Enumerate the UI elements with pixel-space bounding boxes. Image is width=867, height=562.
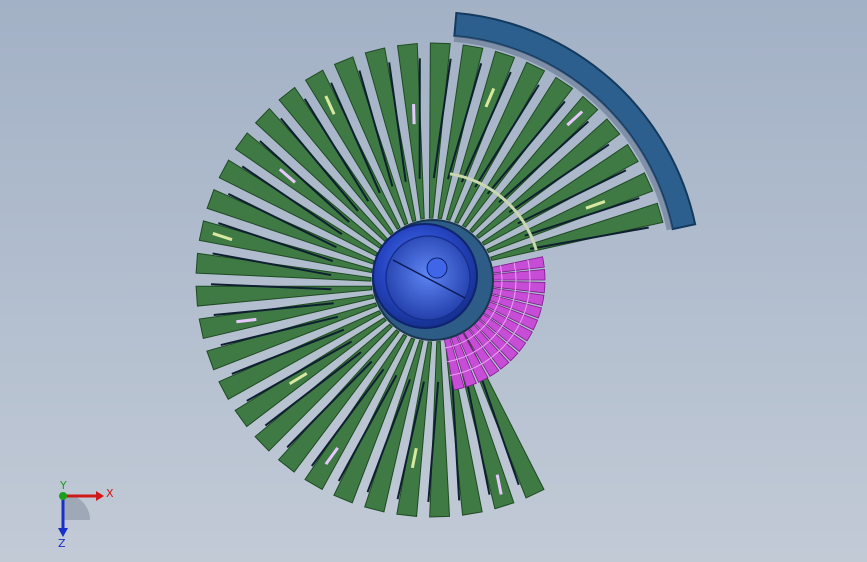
z-axis-label: Z — [58, 537, 66, 550]
coordinate-triad: X Y Z — [58, 480, 114, 550]
x-axis-label: X — [106, 487, 114, 500]
y-axis-label: Y — [59, 480, 67, 492]
z-axis-arrowhead — [58, 528, 68, 537]
x-axis-arrowhead — [96, 491, 104, 501]
fan-blade — [429, 341, 451, 518]
y-axis-dot — [59, 492, 67, 500]
triad-plane-shadow — [64, 494, 90, 520]
blade-gap-highlight — [412, 104, 416, 125]
model-viewport[interactable] — [0, 0, 867, 562]
hub-center-cap — [426, 257, 448, 279]
fan-rotor-model — [195, 11, 697, 518]
